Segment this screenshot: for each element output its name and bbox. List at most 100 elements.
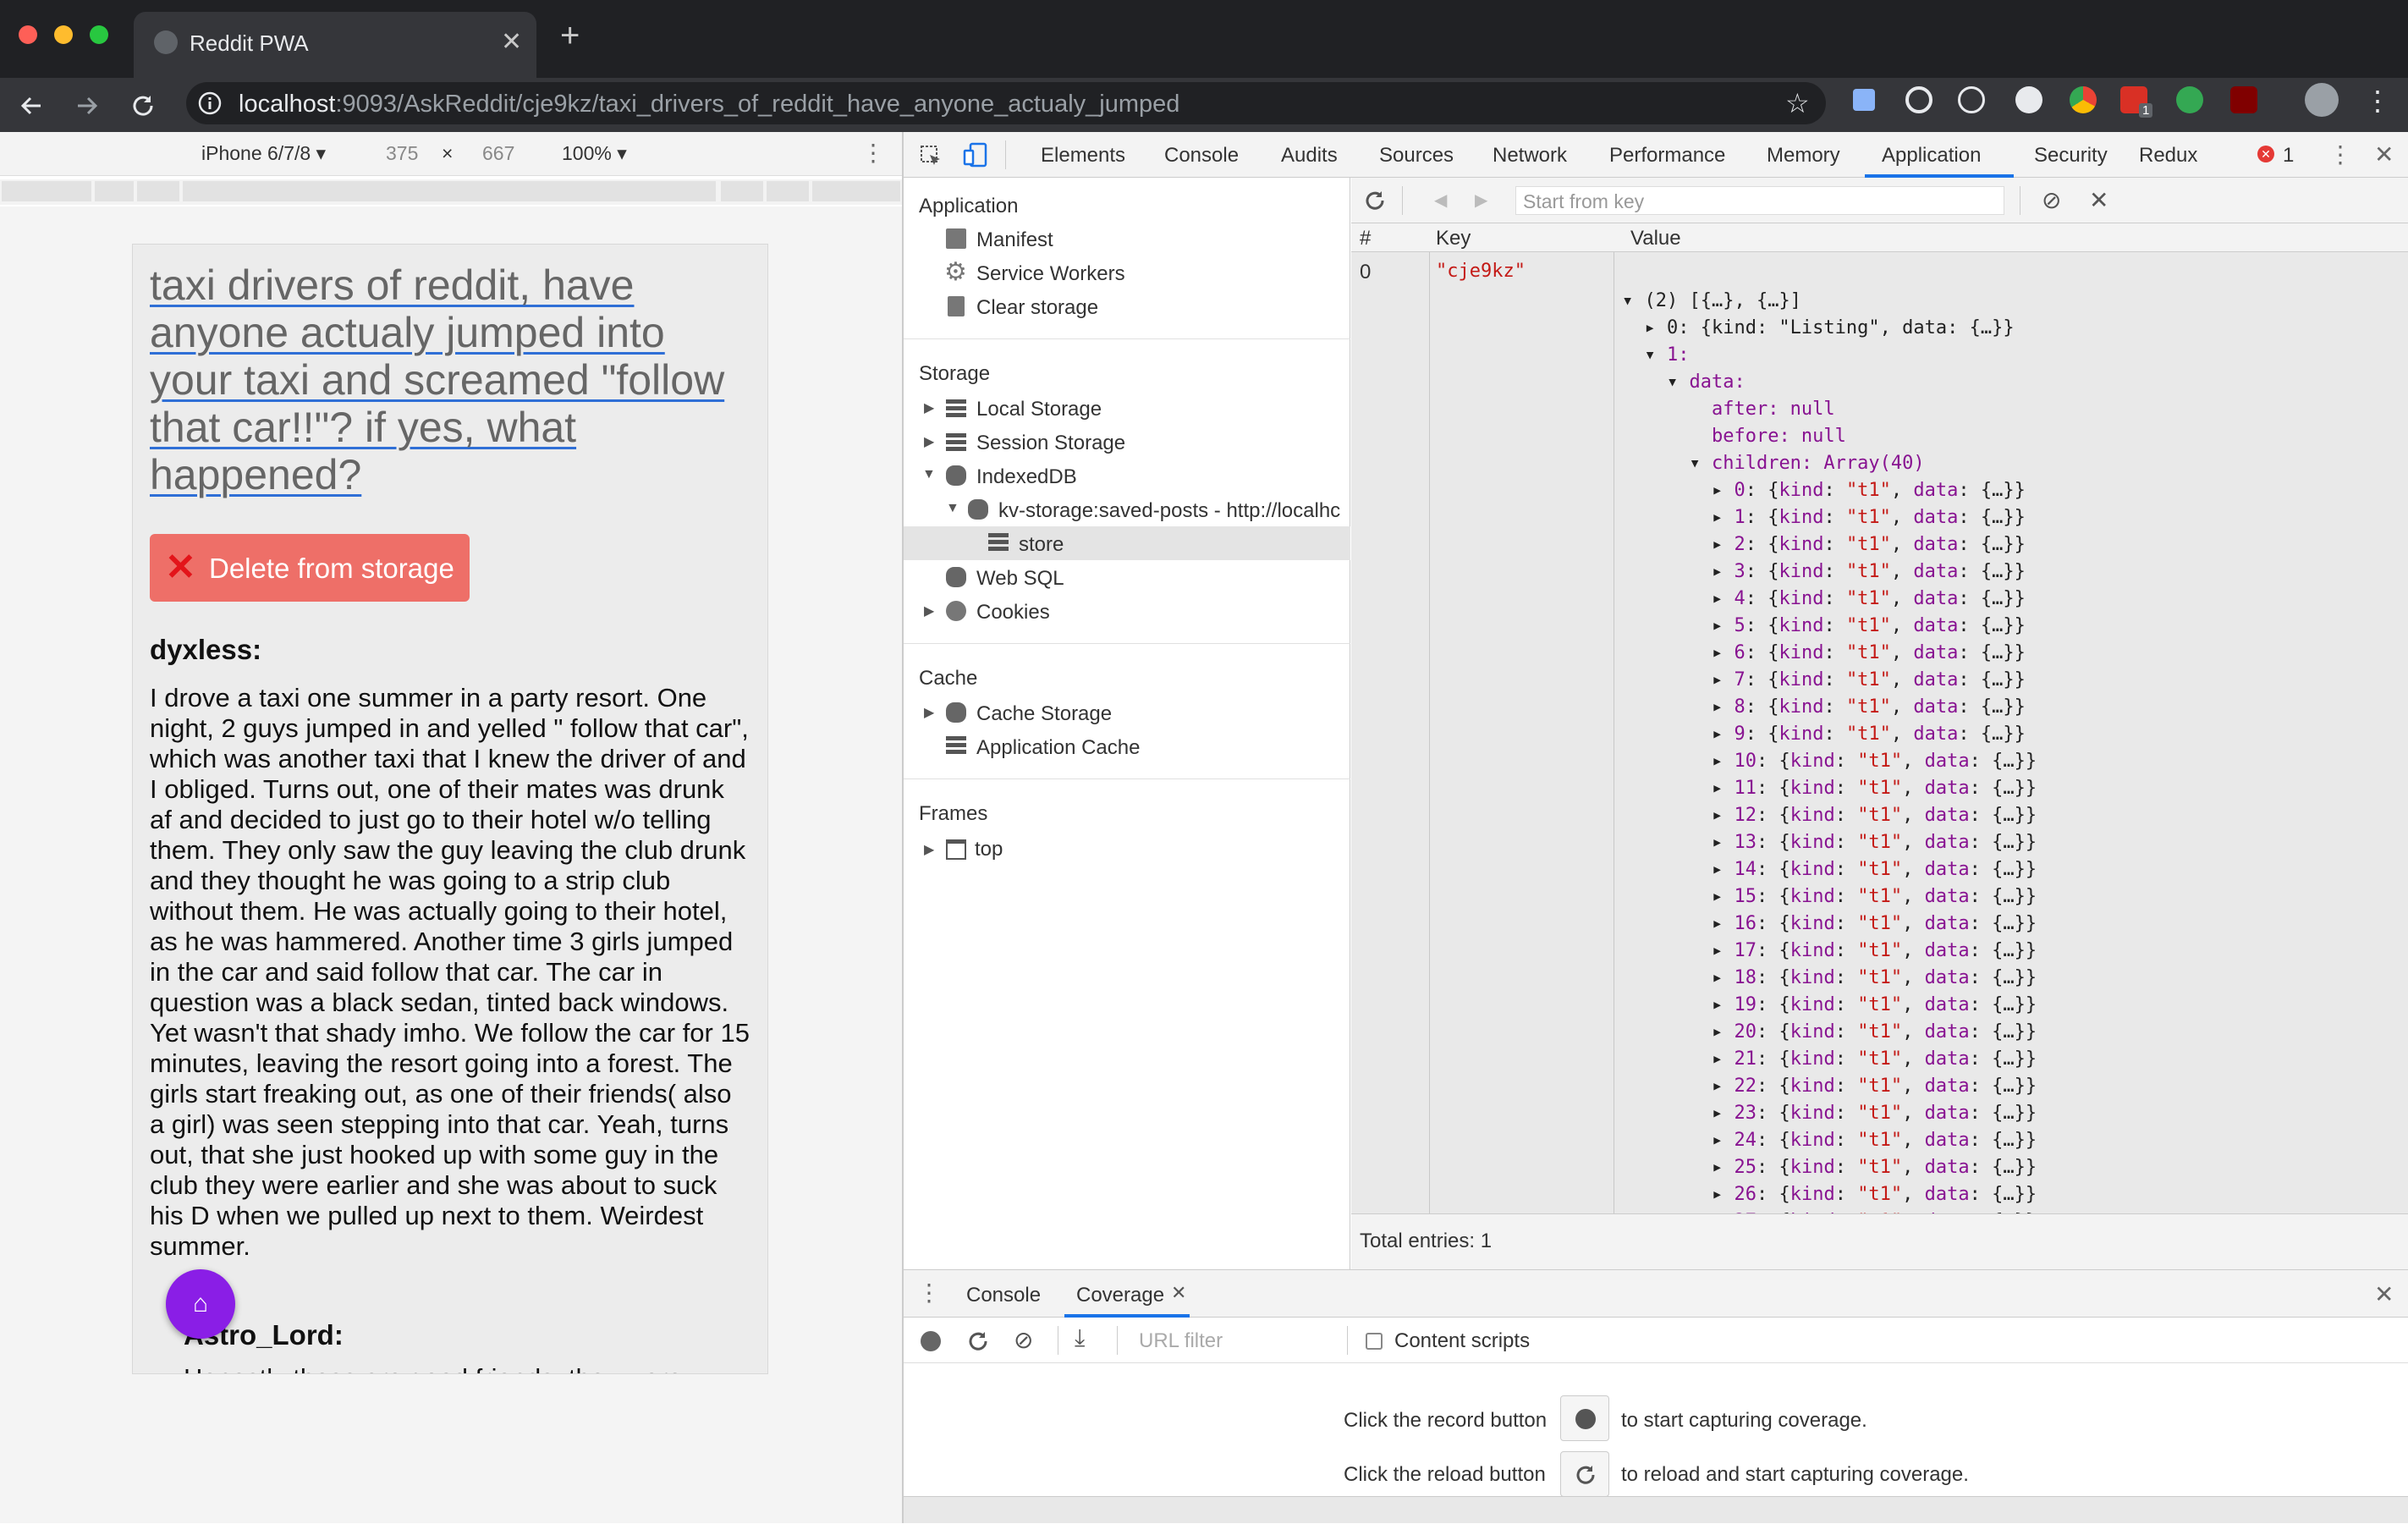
info-icon[interactable] [198, 91, 222, 115]
child-entry[interactable]: ▸ 22: {kind: "t1", data: {…}} [1622, 1073, 2037, 1100]
refresh-icon[interactable] [1363, 189, 1387, 212]
expand-arrow-icon[interactable]: ▶ [924, 433, 934, 450]
device-select[interactable]: iPhone 6/7/8 ▾ [201, 142, 326, 165]
value-tree[interactable]: ▾ (2) [{…}, {…}] ▸ 0: {kind: "Listing", … [1622, 261, 2037, 1235]
child-entry[interactable]: ▸ 26: {kind: "t1", data: {…}} [1622, 1181, 2037, 1208]
tab-audits[interactable]: Audits [1281, 144, 1338, 168]
media-query-segment[interactable] [767, 181, 809, 201]
ghost-extension-icon[interactable] [2015, 86, 2042, 113]
error-count[interactable]: 1 [2283, 144, 2294, 168]
new-tab-button[interactable]: + [560, 19, 580, 52]
home-fab-button[interactable]: ⌂ [166, 1269, 235, 1339]
next-page-icon[interactable]: ▶ [1475, 190, 1487, 211]
media-query-segment[interactable] [95, 181, 134, 201]
sidebar-item-top-frame[interactable]: top [975, 838, 1003, 861]
tab-application[interactable]: Application [1882, 144, 1981, 168]
media-query-segment[interactable] [2, 181, 91, 201]
close-window-button[interactable] [19, 25, 37, 44]
sidebar-item-manifest[interactable]: Manifest [976, 228, 1053, 252]
sidebar-item-local-storage[interactable]: Local Storage [976, 398, 1102, 421]
child-entry[interactable]: ▸ 3: {kind: "t1", data: {…}} [1622, 558, 2037, 586]
device-height-input[interactable]: 667 [482, 142, 514, 165]
error-icon[interactable]: ✕ [2257, 146, 2274, 162]
child-entry[interactable]: ▸ 9: {kind: "t1", data: {…}} [1622, 721, 2037, 748]
column-header-key[interactable]: Key [1436, 227, 1471, 250]
child-entry[interactable]: ▸ 24: {kind: "t1", data: {…}} [1622, 1127, 2037, 1154]
previous-page-icon[interactable]: ◀ [1434, 190, 1447, 211]
drawer-menu-icon[interactable]: ⋮ [917, 1279, 941, 1307]
expand-arrow-icon[interactable]: ▶ [924, 841, 934, 858]
record-button[interactable] [1560, 1395, 1609, 1441]
start-from-key-input[interactable]: Start from key [1515, 186, 2004, 215]
column-header-number[interactable]: # [1360, 227, 1371, 250]
sidebar-item-indexeddb[interactable]: IndexedDB [976, 465, 1077, 489]
browser-menu-icon[interactable]: ⋮ [2364, 85, 2391, 117]
tree-node[interactable]: ▾ 1: [1622, 342, 2037, 369]
content-scripts-checkbox[interactable] [1366, 1333, 1383, 1350]
expand-arrow-icon[interactable]: ▶ [924, 704, 934, 721]
wordpress-extension-icon[interactable] [1958, 86, 1985, 113]
device-mode-icon[interactable] [963, 142, 988, 168]
record-icon[interactable] [921, 1331, 941, 1351]
child-entry[interactable]: ▸ 11: {kind: "t1", data: {…}} [1622, 775, 2037, 802]
device-more-icon[interactable]: ⋮ [861, 139, 885, 167]
inspect-element-icon[interactable] [919, 144, 943, 168]
sidebar-item-store[interactable]: store [1019, 533, 1064, 557]
reload-button[interactable] [1560, 1451, 1609, 1497]
delete-from-storage-button[interactable]: ✕ Delete from storage [150, 534, 470, 602]
sidebar-item-cache-storage[interactable]: Cache Storage [976, 702, 1112, 726]
child-entry[interactable]: ▸ 2: {kind: "t1", data: {…}} [1622, 531, 2037, 558]
close-devtools-icon[interactable]: ✕ [2374, 140, 2394, 168]
back-icon[interactable] [19, 93, 44, 118]
ublock-extension-icon[interactable] [2230, 86, 2257, 113]
close-tab-icon[interactable]: ✕ [501, 27, 522, 57]
sidebar-item-cookies[interactable]: Cookies [976, 601, 1050, 624]
device-width-input[interactable]: 375 [386, 142, 418, 165]
child-entry[interactable]: ▸ 6: {kind: "t1", data: {…}} [1622, 640, 2037, 667]
profile-avatar[interactable] [2305, 83, 2339, 117]
child-entry[interactable]: ▸ 16: {kind: "t1", data: {…}} [1622, 911, 2037, 938]
post-title-link[interactable]: taxi drivers of reddit, have anyone actu… [150, 261, 750, 498]
sidebar-item-web-sql[interactable]: Web SQL [976, 567, 1064, 591]
tree-node[interactable]: ▸ 0: {kind: "Listing", data: {…}} [1622, 315, 2037, 342]
browser-tab[interactable]: Reddit PWA ✕ [134, 12, 536, 78]
expand-arrow-icon[interactable]: ▶ [924, 399, 934, 416]
child-entry[interactable]: ▸ 25: {kind: "t1", data: {…}} [1622, 1154, 2037, 1181]
tab-console[interactable]: Console [1164, 144, 1239, 168]
forward-icon[interactable] [74, 93, 100, 118]
child-entry[interactable]: ▸ 4: {kind: "t1", data: {…}} [1622, 586, 2037, 613]
collapse-arrow-icon[interactable]: ▼ [946, 501, 959, 516]
tab-memory[interactable]: Memory [1767, 144, 1840, 168]
target-extension-icon[interactable] [1905, 86, 1932, 113]
child-entry[interactable]: ▸ 20: {kind: "t1", data: {…}} [1622, 1019, 2037, 1046]
key-extension-icon[interactable] [1853, 89, 1875, 111]
minimize-window-button[interactable] [54, 25, 73, 44]
child-entry[interactable]: ▸ 18: {kind: "t1", data: {…}} [1622, 965, 2037, 992]
zoom-select[interactable]: 100% ▾ [562, 142, 627, 165]
tab-sources[interactable]: Sources [1379, 144, 1454, 168]
tab-performance[interactable]: Performance [1609, 144, 1725, 168]
sidebar-item-clear-storage[interactable]: Clear storage [976, 296, 1098, 320]
reload-icon[interactable] [130, 93, 156, 118]
sidebar-item-service-workers[interactable]: Service Workers [976, 262, 1125, 286]
child-entry[interactable]: ▸ 0: {kind: "t1", data: {…}} [1622, 477, 2037, 504]
child-entry[interactable]: ▸ 21: {kind: "t1", data: {…}} [1622, 1046, 2037, 1073]
tree-node[interactable]: ▾ children: Array(40) [1622, 450, 2037, 477]
tab-network[interactable]: Network [1493, 144, 1567, 168]
media-query-segment[interactable] [721, 181, 763, 201]
bookmark-star-icon[interactable]: ☆ [1785, 87, 1810, 119]
column-header-value[interactable]: Value [1630, 227, 1681, 250]
sidebar-item-db-saved-posts[interactable]: kv-storage:saved-posts - http://localhc [998, 499, 1349, 523]
child-entry[interactable]: ▸ 8: {kind: "t1", data: {…}} [1622, 694, 2037, 721]
child-entry[interactable]: ▸ 10: {kind: "t1", data: {…}} [1622, 748, 2037, 775]
child-entry[interactable]: ▸ 23: {kind: "t1", data: {…}} [1622, 1100, 2037, 1127]
reload-icon[interactable] [966, 1329, 990, 1353]
chrome-extension-icon[interactable] [2070, 86, 2097, 113]
url-filter-input[interactable]: URL filter [1139, 1329, 1223, 1353]
media-query-segment[interactable] [812, 181, 900, 201]
tab-security[interactable]: Security [2034, 144, 2108, 168]
sidebar-item-application-cache[interactable]: Application Cache [976, 736, 1140, 760]
delete-selected-icon[interactable]: ✕ [2089, 186, 2108, 214]
child-entry[interactable]: ▸ 5: {kind: "t1", data: {…}} [1622, 613, 2037, 640]
plus-extension-icon[interactable] [2176, 86, 2203, 113]
